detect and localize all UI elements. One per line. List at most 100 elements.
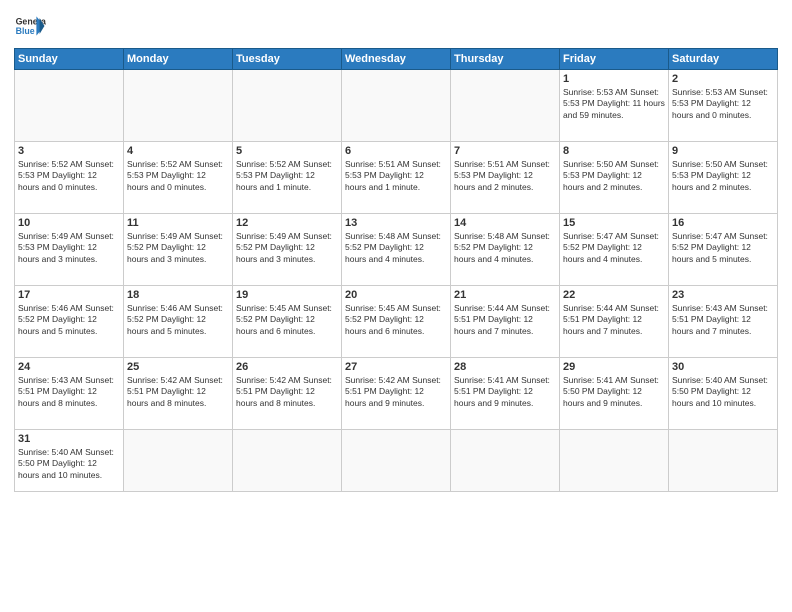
day-number: 16 — [672, 217, 774, 229]
day-number: 27 — [345, 361, 447, 373]
day-info: Sunrise: 5:48 AM Sunset: 5:52 PM Dayligh… — [454, 231, 556, 265]
day-info: Sunrise: 5:46 AM Sunset: 5:52 PM Dayligh… — [127, 303, 229, 337]
calendar-cell: 22 Sunrise: 5:44 AM Sunset: 5:51 PM Dayli… — [560, 286, 669, 358]
day-number: 11 — [127, 217, 229, 229]
day-number: 4 — [127, 145, 229, 157]
day-number: 24 — [18, 361, 120, 373]
calendar-week-row: 1 Sunrise: 5:53 AM Sunset: 5:53 PM Daylig… — [15, 70, 778, 142]
calendar-week-row: 3 Sunrise: 5:52 AM Sunset: 5:53 PM Daylig… — [15, 142, 778, 214]
day-number: 9 — [672, 145, 774, 157]
day-number: 3 — [18, 145, 120, 157]
calendar-cell — [342, 430, 451, 492]
day-number: 21 — [454, 289, 556, 301]
day-info: Sunrise: 5:45 AM Sunset: 5:52 PM Dayligh… — [345, 303, 447, 337]
calendar-cell: 7Sunrise: 5:51 AM Sunset: 5:53 PM Daylig… — [451, 142, 560, 214]
day-info: Sunrise: 5:45 AM Sunset: 5:52 PM Dayligh… — [236, 303, 338, 337]
day-number: 14 — [454, 217, 556, 229]
day-info: Sunrise: 5:44 AM Sunset: 5:51 PM Dayligh… — [563, 303, 665, 337]
day-info: Sunrise: 5:40 AM Sunset: 5:50 PM Dayligh… — [18, 447, 120, 481]
day-number: 28 — [454, 361, 556, 373]
calendar-cell: 24 Sunrise: 5:43 AM Sunset: 5:51 PM Dayli… — [15, 358, 124, 430]
day-info: Sunrise: 5:52 AM Sunset: 5:53 PM Dayligh… — [18, 159, 120, 193]
day-number: 29 — [563, 361, 665, 373]
day-number: 1 — [563, 73, 665, 85]
calendar-week-row: 24 Sunrise: 5:43 AM Sunset: 5:51 PM Dayli… — [15, 358, 778, 430]
calendar-cell: 4 Sunrise: 5:52 AM Sunset: 5:53 PM Daylig… — [124, 142, 233, 214]
day-info: Sunrise: 5:40 AM Sunset: 5:50 PM Dayligh… — [672, 375, 774, 409]
day-number: 30 — [672, 361, 774, 373]
day-number: 13 — [345, 217, 447, 229]
day-number: 22 — [563, 289, 665, 301]
calendar-cell: 10 Sunrise: 5:49 AM Sunset: 5:53 PM Dayli… — [15, 214, 124, 286]
calendar-cell: 8Sunrise: 5:50 AM Sunset: 5:53 PM Daylig… — [560, 142, 669, 214]
header: General Blue — [14, 10, 778, 42]
calendar-cell — [451, 430, 560, 492]
day-info: Sunrise: 5:49 AM Sunset: 5:52 PM Dayligh… — [127, 231, 229, 265]
generalblue-logo-icon: General Blue — [14, 10, 46, 42]
weekday-header-wednesday: Wednesday — [342, 49, 451, 70]
day-info: Sunrise: 5:43 AM Sunset: 5:51 PM Dayligh… — [18, 375, 120, 409]
day-info: Sunrise: 5:41 AM Sunset: 5:50 PM Dayligh… — [563, 375, 665, 409]
day-number: 26 — [236, 361, 338, 373]
day-info: Sunrise: 5:52 AM Sunset: 5:53 PM Dayligh… — [127, 159, 229, 193]
day-number: 20 — [345, 289, 447, 301]
day-info: Sunrise: 5:42 AM Sunset: 5:51 PM Dayligh… — [236, 375, 338, 409]
calendar-cell: 18 Sunrise: 5:46 AM Sunset: 5:52 PM Dayli… — [124, 286, 233, 358]
calendar-cell — [342, 70, 451, 142]
calendar-cell: 27 Sunrise: 5:42 AM Sunset: 5:51 PM Dayli… — [342, 358, 451, 430]
day-info: Sunrise: 5:51 AM Sunset: 5:53 PM Dayligh… — [345, 159, 447, 193]
calendar-cell: 14 Sunrise: 5:48 AM Sunset: 5:52 PM Dayli… — [451, 214, 560, 286]
weekday-header-saturday: Saturday — [669, 49, 778, 70]
calendar-cell — [669, 430, 778, 492]
day-info: Sunrise: 5:43 AM Sunset: 5:51 PM Dayligh… — [672, 303, 774, 337]
calendar-cell: 21Sunrise: 5:44 AM Sunset: 5:51 PM Dayli… — [451, 286, 560, 358]
calendar-cell: 2 Sunrise: 5:53 AM Sunset: 5:53 PM Daylig… — [669, 70, 778, 142]
day-info: Sunrise: 5:41 AM Sunset: 5:51 PM Dayligh… — [454, 375, 556, 409]
calendar-cell: 20 Sunrise: 5:45 AM Sunset: 5:52 PM Dayli… — [342, 286, 451, 358]
weekday-header-tuesday: Tuesday — [233, 49, 342, 70]
day-info: Sunrise: 5:52 AM Sunset: 5:53 PM Dayligh… — [236, 159, 338, 193]
calendar-cell — [233, 70, 342, 142]
calendar-cell — [124, 70, 233, 142]
calendar-cell: 28 Sunrise: 5:41 AM Sunset: 5:51 PM Dayli… — [451, 358, 560, 430]
day-number: 15 — [563, 217, 665, 229]
day-info: Sunrise: 5:47 AM Sunset: 5:52 PM Dayligh… — [672, 231, 774, 265]
day-number: 5 — [236, 145, 338, 157]
day-number: 10 — [18, 217, 120, 229]
calendar-cell — [233, 430, 342, 492]
calendar-week-row: 31 Sunrise: 5:40 AM Sunset: 5:50 PM Dayli… — [15, 430, 778, 492]
day-info: Sunrise: 5:42 AM Sunset: 5:51 PM Dayligh… — [345, 375, 447, 409]
calendar-table: SundayMondayTuesdayWednesdayThursdayFrid… — [14, 48, 778, 492]
day-number: 2 — [672, 73, 774, 85]
day-number: 31 — [18, 433, 120, 445]
calendar-cell: 16 Sunrise: 5:47 AM Sunset: 5:52 PM Dayli… — [669, 214, 778, 286]
calendar-cell: 3 Sunrise: 5:52 AM Sunset: 5:53 PM Daylig… — [15, 142, 124, 214]
day-info: Sunrise: 5:53 AM Sunset: 5:53 PM Dayligh… — [672, 87, 774, 121]
day-info: Sunrise: 5:49 AM Sunset: 5:52 PM Dayligh… — [236, 231, 338, 265]
day-info: Sunrise: 5:49 AM Sunset: 5:53 PM Dayligh… — [18, 231, 120, 265]
calendar-cell: 25Sunrise: 5:42 AM Sunset: 5:51 PM Dayli… — [124, 358, 233, 430]
day-number: 12 — [236, 217, 338, 229]
calendar-cell: 19 Sunrise: 5:45 AM Sunset: 5:52 PM Dayli… — [233, 286, 342, 358]
day-number: 19 — [236, 289, 338, 301]
day-info: Sunrise: 5:48 AM Sunset: 5:52 PM Dayligh… — [345, 231, 447, 265]
day-number: 18 — [127, 289, 229, 301]
calendar-cell: 26 Sunrise: 5:42 AM Sunset: 5:51 PM Dayli… — [233, 358, 342, 430]
weekday-header-row: SundayMondayTuesdayWednesdayThursdayFrid… — [15, 49, 778, 70]
day-info: Sunrise: 5:46 AM Sunset: 5:52 PM Dayligh… — [18, 303, 120, 337]
calendar-cell: 15Sunrise: 5:47 AM Sunset: 5:52 PM Dayli… — [560, 214, 669, 286]
day-info: Sunrise: 5:50 AM Sunset: 5:53 PM Dayligh… — [563, 159, 665, 193]
day-number: 25 — [127, 361, 229, 373]
calendar-cell: 23 Sunrise: 5:43 AM Sunset: 5:51 PM Dayli… — [669, 286, 778, 358]
page-container: General Blue SundayMondayTuesdayWednesda… — [0, 0, 792, 498]
calendar-cell — [560, 430, 669, 492]
calendar-cell: 5 Sunrise: 5:52 AM Sunset: 5:53 PM Daylig… — [233, 142, 342, 214]
calendar-week-row: 10 Sunrise: 5:49 AM Sunset: 5:53 PM Dayli… — [15, 214, 778, 286]
calendar-cell: 31 Sunrise: 5:40 AM Sunset: 5:50 PM Dayli… — [15, 430, 124, 492]
day-info: Sunrise: 5:50 AM Sunset: 5:53 PM Dayligh… — [672, 159, 774, 193]
calendar-cell: 17Sunrise: 5:46 AM Sunset: 5:52 PM Dayli… — [15, 286, 124, 358]
calendar-cell: 9 Sunrise: 5:50 AM Sunset: 5:53 PM Daylig… — [669, 142, 778, 214]
day-number: 23 — [672, 289, 774, 301]
weekday-header-thursday: Thursday — [451, 49, 560, 70]
calendar-cell — [15, 70, 124, 142]
